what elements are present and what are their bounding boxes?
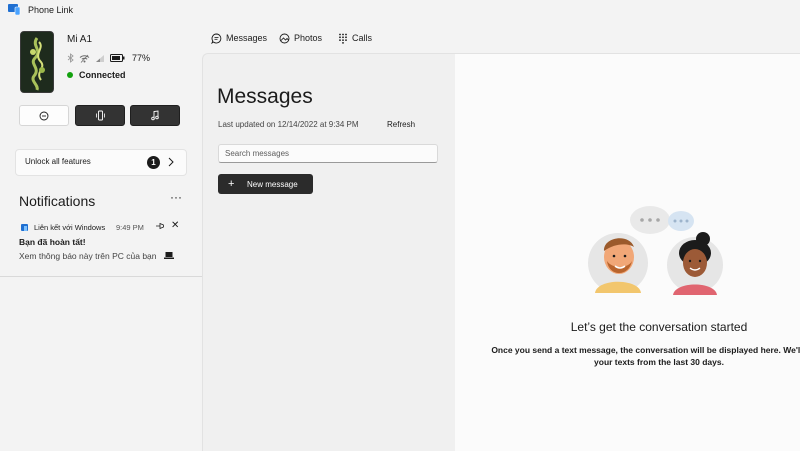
chevron-right-icon <box>168 157 174 167</box>
conversation-pane: Let’s get the conversation started Once … <box>455 53 800 451</box>
bluetooth-icon <box>67 53 74 63</box>
messages-list-pane: Messages Last updated on 12/14/2022 at 9… <box>202 53 455 451</box>
battery-icon <box>110 54 125 62</box>
signal-icon <box>96 54 104 62</box>
unlock-label: Unlock all features <box>25 157 91 166</box>
tab-photos[interactable]: Photos <box>279 31 322 45</box>
unlock-badge: 1 <box>147 156 160 169</box>
notification-item[interactable]: Liên kết với Windows 9:49 PM ✕ Bạn đã ho… <box>0 218 202 278</box>
empty-state-line-2: your texts from the last 30 days. <box>594 357 724 367</box>
connection-status: Connected <box>67 70 126 80</box>
empty-state-line-1: Once you send a text message, the conver… <box>491 345 800 355</box>
device-status-row: 77% <box>67 52 150 64</box>
search-messages-input[interactable] <box>218 144 438 163</box>
tab-photos-label: Photos <box>294 33 323 43</box>
dismiss-notification-icon[interactable]: ✕ <box>171 221 179 231</box>
title-bar: Phone Link <box>0 0 800 22</box>
notification-time: 9:49 PM <box>116 223 144 232</box>
do-not-disturb-button[interactable] <box>19 105 69 126</box>
tab-messages-label: Messages <box>226 33 268 43</box>
link-to-windows-app-icon <box>21 224 28 231</box>
messages-title: Messages <box>217 85 313 108</box>
messages-icon <box>211 33 222 44</box>
new-message-button[interactable]: + New message <box>218 174 313 194</box>
device-name: Mi A1 <box>67 34 93 45</box>
music-button[interactable] <box>130 105 180 126</box>
refresh-button[interactable]: Refresh <box>387 120 415 129</box>
tab-calls[interactable]: Calls <box>338 31 372 45</box>
connected-dot-icon <box>67 72 73 78</box>
phone-image[interactable] <box>20 31 54 93</box>
window-title: Phone Link <box>28 5 74 15</box>
do-not-disturb-icon <box>39 111 49 120</box>
conversation-illustration <box>588 206 723 295</box>
last-updated-text: Last updated on 12/14/2022 at 9:34 PM <box>218 120 359 129</box>
notification-title: Bạn đã hoàn tất! <box>19 237 86 247</box>
battery-level: 77% <box>132 53 151 63</box>
tab-messages[interactable]: Messages <box>211 31 267 45</box>
notifications-title: Notifications <box>19 193 96 209</box>
tab-calls-label: Calls <box>352 33 373 43</box>
empty-state-title: Let’s get the conversation started <box>570 320 748 334</box>
notification-body: Xem thông báo này trên PC của bạn <box>19 251 157 261</box>
divider <box>0 276 202 277</box>
photos-icon <box>279 33 290 43</box>
empty-state-description: Once you send a text message, the conver… <box>455 344 800 368</box>
wifi-icon <box>79 54 90 63</box>
more-options-icon[interactable]: ··· <box>170 190 182 204</box>
laptop-icon <box>164 252 174 259</box>
connection-label: Connected <box>79 70 126 80</box>
vibrate-icon <box>95 110 105 121</box>
music-icon <box>151 110 159 121</box>
notification-app-name: Liên kết với Windows <box>34 223 106 232</box>
plus-icon: + <box>228 178 235 190</box>
pin-icon[interactable] <box>155 222 165 230</box>
new-message-label: New message <box>247 179 298 189</box>
phone-link-app-icon <box>8 4 21 15</box>
left-pane: Mi A1 77% Connected Unlock all features … <box>0 22 202 450</box>
dialpad-icon <box>339 33 347 44</box>
vibrate-button[interactable] <box>75 105 125 126</box>
unlock-features-card[interactable]: Unlock all features 1 <box>15 149 187 176</box>
